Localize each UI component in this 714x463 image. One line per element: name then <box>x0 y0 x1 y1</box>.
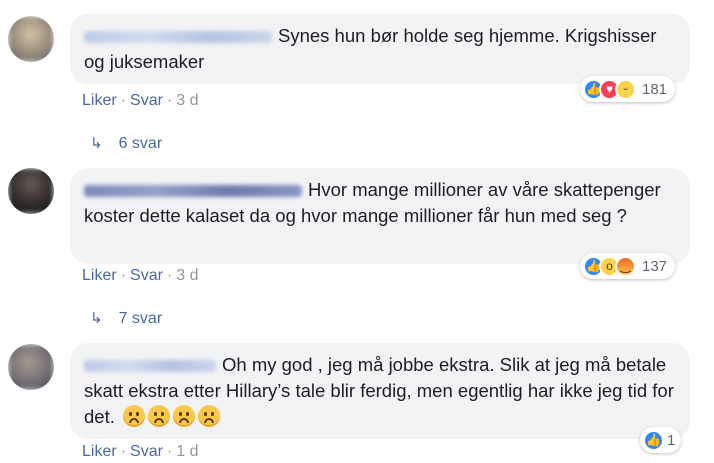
separator: · <box>166 92 173 109</box>
comment-actions: Liker · Svar · 1 d <box>82 443 199 461</box>
author-name[interactable] <box>84 31 272 44</box>
like-link[interactable]: Liker <box>82 92 117 109</box>
like-link[interactable]: Liker <box>82 443 117 460</box>
comment-bubble: Synes hun bør holde seg hjemme. Krigshis… <box>70 14 690 84</box>
separator: · <box>120 443 127 460</box>
timestamp[interactable]: 3 d <box>176 92 198 109</box>
comment-actions: Liker · Svar · 3 d <box>82 92 199 110</box>
replies-label: 6 svar <box>118 135 163 152</box>
frowning-face-icon <box>148 405 170 427</box>
reply-arrow-icon: ↳ <box>90 310 103 327</box>
timestamp[interactable]: 3 d <box>176 267 198 284</box>
frowning-face-icon <box>123 405 145 427</box>
comment-bubble: Hvor mange millioner av våre skattepenge… <box>70 168 690 264</box>
reply-link[interactable]: Svar <box>130 92 163 109</box>
reactions-summary[interactable]: 👍 ♥ ᵕ 181 <box>580 76 676 102</box>
separator: · <box>120 92 127 109</box>
avatar[interactable] <box>8 344 54 390</box>
haha-icon: ᵕ <box>615 78 636 100</box>
author-name[interactable] <box>84 360 216 373</box>
reply-arrow-icon: ↳ <box>90 135 103 152</box>
replies-label: 7 svar <box>118 310 163 327</box>
separator: · <box>166 267 173 284</box>
reaction-count: 1 <box>667 431 676 449</box>
angry-icon: ‿ <box>615 255 636 277</box>
avatar[interactable] <box>8 168 54 214</box>
separator: · <box>166 443 173 460</box>
comment-actions: Liker · Svar · 3 d <box>82 267 199 285</box>
author-name[interactable] <box>84 185 302 198</box>
frowning-face-icon <box>173 405 195 427</box>
reaction-count: 137 <box>642 257 668 275</box>
reactions-summary[interactable]: 👍 1 <box>640 427 682 453</box>
reply-link[interactable]: Svar <box>130 267 163 284</box>
separator: · <box>120 267 127 284</box>
reaction-count: 181 <box>642 80 668 98</box>
timestamp[interactable]: 1 d <box>176 443 198 460</box>
like-link[interactable]: Liker <box>82 267 117 284</box>
avatar[interactable] <box>8 16 54 62</box>
view-replies-link[interactable]: ↳ 6 svar <box>90 134 162 153</box>
reply-link[interactable]: Svar <box>130 443 163 460</box>
reactions-summary[interactable]: 👍 o ‿ 137 <box>580 253 676 279</box>
frowning-face-icon <box>198 405 220 427</box>
like-icon: 👍 <box>643 429 664 451</box>
comment-bubble: Oh my god , jeg må jobbe ekstra. Slik at… <box>70 343 690 439</box>
view-replies-link[interactable]: ↳ 7 svar <box>90 309 162 328</box>
